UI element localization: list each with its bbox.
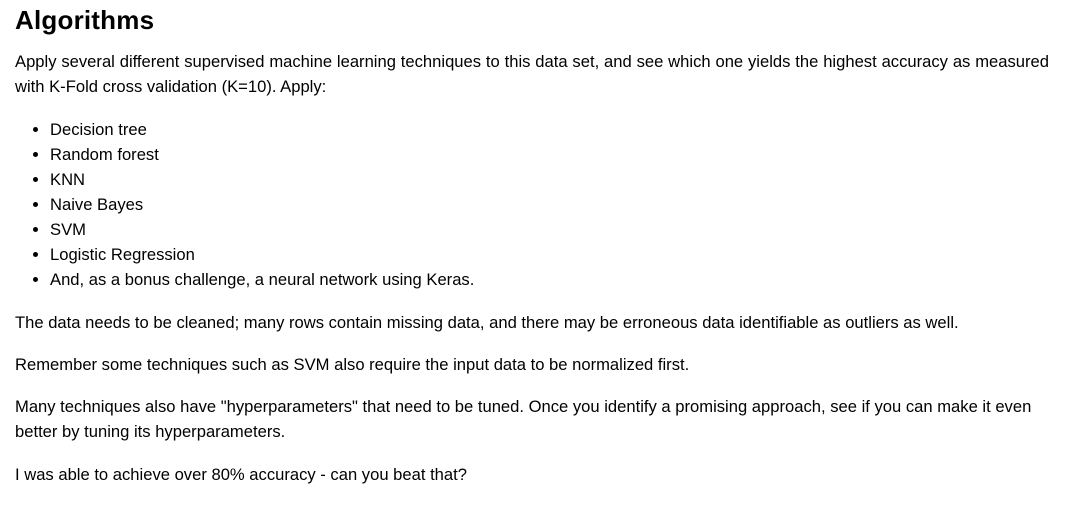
- challenge-paragraph: I was able to achieve over 80% accuracy …: [15, 465, 467, 484]
- algorithm-item-random-forest: Random forest: [50, 142, 1049, 167]
- algorithm-item-decision-tree: Decision tree: [50, 117, 1049, 142]
- markdown-cell: Algorithms Apply several different super…: [15, 0, 1049, 487]
- algorithm-item-svm: SVM: [50, 217, 1049, 242]
- algorithm-item-logistic-regression: Logistic Regression: [50, 242, 1049, 267]
- algorithm-item-neural-network: And, as a bonus challenge, a neural netw…: [50, 267, 1049, 292]
- hyperparameters-paragraph: Many techniques also have "hyperparamete…: [15, 397, 1032, 441]
- section-heading: Algorithms: [15, 5, 155, 35]
- algorithm-item-knn: KNN: [50, 167, 1049, 192]
- normalization-paragraph: Remember some techniques such as SVM als…: [15, 355, 690, 374]
- intro-paragraph: Apply several different supervised machi…: [15, 52, 1049, 96]
- algorithm-list: Decision tree Random forest KNN Naive Ba…: [15, 117, 1049, 292]
- cleaning-paragraph: The data needs to be cleaned; many rows …: [15, 313, 959, 332]
- algorithm-item-naive-bayes: Naive Bayes: [50, 192, 1049, 217]
